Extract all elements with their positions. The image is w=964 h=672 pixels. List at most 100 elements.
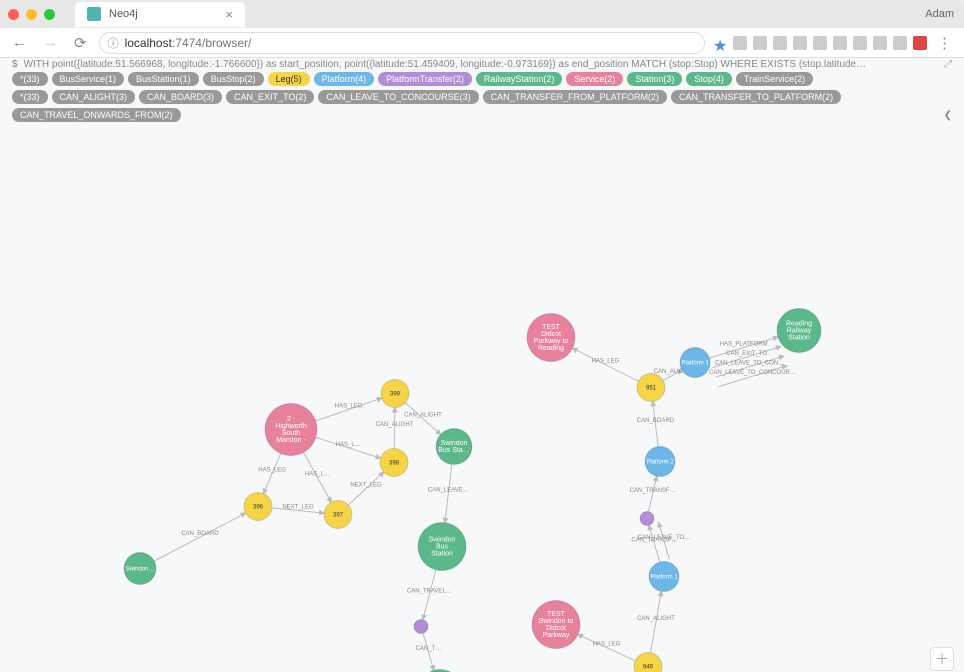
node-label-pill[interactable]: Leg(5) (268, 72, 310, 86)
tab-title: Neo4j (109, 8, 138, 20)
url-path: /browser/ (202, 36, 251, 50)
edge-label: CAN_TRANSF… (630, 488, 676, 494)
graph-node[interactable]: SwindonBus Sta… (436, 429, 472, 465)
graph-visualization[interactable]: CAN_BOARD NEXT_LEG NEXT_LEG CAN_ALIGHT HAS_L… (0, 124, 964, 672)
edge-label: CAN_LEAVE_TO… (638, 535, 690, 541)
relationship-type-pill[interactable]: CAN_LEAVE_TO_CONCOURSE(3) (318, 90, 478, 104)
relationship-type-pill[interactable]: CAN_TRANSFER_FROM_PLATFORM(2) (483, 90, 667, 104)
edge-label: CAN_T… (416, 646, 442, 652)
graph-node[interactable]: TESTDidcotParkway toReading (527, 314, 575, 362)
expand-query-icon[interactable]: ⤢ (944, 59, 952, 70)
graph-edge[interactable] (348, 472, 383, 505)
extension-icon[interactable] (853, 36, 867, 50)
extension-icon[interactable] (873, 36, 887, 50)
extension-icon[interactable] (773, 36, 787, 50)
edge-label: HAS_L… (305, 471, 330, 477)
graph-node[interactable]: Swindon… (124, 553, 156, 585)
graph-node[interactable]: 2 -HighworthSouthMarston - (265, 404, 317, 456)
node-label-pill[interactable]: Stop(4) (686, 72, 732, 86)
edge-label: HAS_LEG (592, 359, 620, 365)
edge-label: CAN_LEAVE… (428, 488, 469, 494)
relationship-type-pill[interactable]: CAN_EXIT_TO(2) (226, 90, 314, 104)
relationship-type-pill[interactable]: CAN_ALIGHT(3) (52, 90, 136, 104)
browser-menu-icon[interactable]: ⋮ (933, 34, 956, 52)
node-label-pill[interactable]: PlatformTransfer(2) (378, 72, 472, 86)
graph-node[interactable] (640, 512, 654, 526)
graph-node[interactable]: Platform 1 (680, 348, 710, 378)
query-prompt: $ (12, 59, 18, 70)
node-label-pill[interactable]: BusStop(2) (203, 72, 264, 86)
edge-label: CAN_ALIGHT (637, 616, 675, 622)
titlebar: Neo4j × Adam (0, 0, 964, 28)
extension-icon[interactable] (893, 36, 907, 50)
tab-close-icon[interactable]: × (225, 7, 233, 22)
graph-node[interactable]: 949 (634, 653, 662, 672)
graph-node[interactable]: ReadingRailwayStation (777, 309, 821, 353)
query-bar[interactable]: $ WITH point({latitude:51.566968, longit… (0, 58, 964, 70)
url-input[interactable]: ⓘ localhost:7474/browser/ (99, 32, 705, 54)
expand-icon[interactable]: ❮ (944, 110, 952, 121)
node-label-pill[interactable]: TrainService(2) (736, 72, 813, 86)
back-button[interactable]: ← (8, 34, 31, 51)
graph-node[interactable]: Platform 2 (645, 447, 675, 477)
extension-icon[interactable] (733, 36, 747, 50)
node-label-pill[interactable]: *(33) (12, 72, 48, 86)
node-label-pill[interactable]: Service(2) (566, 72, 623, 86)
edge-label: CAN_TRAVEL… (407, 589, 452, 595)
relationship-type-pill[interactable]: CAN_TRANSFER_TO_PLATFORM(2) (671, 90, 841, 104)
node-label-pill[interactable]: Station(3) (627, 72, 682, 86)
edge-label: CAN_BOARD (637, 418, 675, 424)
reload-button[interactable]: ⟳ (70, 34, 91, 52)
edge-label: HAS_L… (336, 442, 361, 448)
graph-node[interactable]: 396 (244, 493, 272, 521)
browser-tab[interactable]: Neo4j × (75, 2, 245, 27)
node-label-pill[interactable]: BusService(1) (52, 72, 125, 86)
node-label-pill[interactable]: BusStation(1) (128, 72, 199, 86)
node-label-pill[interactable]: Platform(4) (314, 72, 375, 86)
extension-icon[interactable] (913, 36, 927, 50)
query-text: WITH point({latitude:51.566968, longitud… (24, 59, 867, 70)
relationship-type-pill[interactable]: CAN_BOARD(3) (139, 90, 222, 104)
edge-label: CAN_LEAVE_TO_CONCOUR… (709, 370, 796, 376)
extension-icon[interactable] (833, 36, 847, 50)
graph-edge[interactable] (394, 407, 395, 448)
graph-node[interactable]: Platform 1 (649, 562, 679, 592)
graph-node[interactable] (414, 620, 428, 634)
zoom-in-button[interactable]: ＋ (930, 647, 954, 671)
address-bar: ← → ⟳ ⓘ localhost:7474/browser/ ★ ⋮ (0, 28, 964, 58)
graph-node[interactable]: 397 (324, 501, 352, 529)
relationship-type-pill[interactable]: CAN_TRAVEL_ONWARDS_FROM(2) (12, 108, 181, 122)
relationship-type-pills: *(33) CAN_ALIGHT(3)CAN_BOARD(3) CAN_EXIT_T… (0, 88, 964, 124)
edge-label: NEXT_LEG (282, 505, 314, 511)
edge-label: HAS_LEG (593, 642, 621, 648)
edge-label: CAN_BOARD (181, 531, 219, 537)
graph-node[interactable]: 398 (380, 449, 408, 477)
node-label-pill[interactable]: RailwayStation(2) (476, 72, 563, 86)
extension-icon[interactable] (753, 36, 767, 50)
graph-node[interactable]: TESTSwindon toDidcotParkway (532, 601, 580, 649)
minimize-window-icon[interactable] (26, 9, 37, 20)
relationship-type-pill[interactable]: *(33) (12, 90, 48, 104)
node-label-pills: *(33) BusService(1)BusStation(1) BusStop(2… (0, 70, 964, 88)
extension-icon[interactable] (793, 36, 807, 50)
neo4j-favicon-icon (87, 7, 101, 21)
user-label: Adam (925, 8, 954, 20)
edge-label: HAS_LEG (258, 468, 286, 474)
extension-icon[interactable] (813, 36, 827, 50)
edge-label: CAN_ALIGHT (376, 422, 414, 428)
maximize-window-icon[interactable] (44, 9, 55, 20)
edge-label: CAN_EXIT_TO (726, 351, 767, 357)
bookmark-star-icon[interactable]: ★ (713, 36, 727, 50)
edge-label: NEXT_LEG (350, 483, 382, 489)
close-window-icon[interactable] (8, 9, 19, 20)
site-info-icon[interactable]: ⓘ (108, 35, 119, 51)
graph-node[interactable]: 399 (381, 380, 409, 408)
edge-label: CAN_LEAVE_TO_CON… (715, 361, 784, 367)
forward-button[interactable]: → (39, 34, 62, 51)
edge-label: HAS_PLATFORM (720, 342, 768, 348)
url-host: localhost (125, 36, 172, 50)
edge-label: CAN_ALIGHT (404, 413, 442, 419)
url-port: :7474 (172, 36, 202, 50)
graph-node[interactable]: SwindonBusStation (418, 523, 466, 571)
graph-node[interactable]: 951 (637, 374, 665, 402)
